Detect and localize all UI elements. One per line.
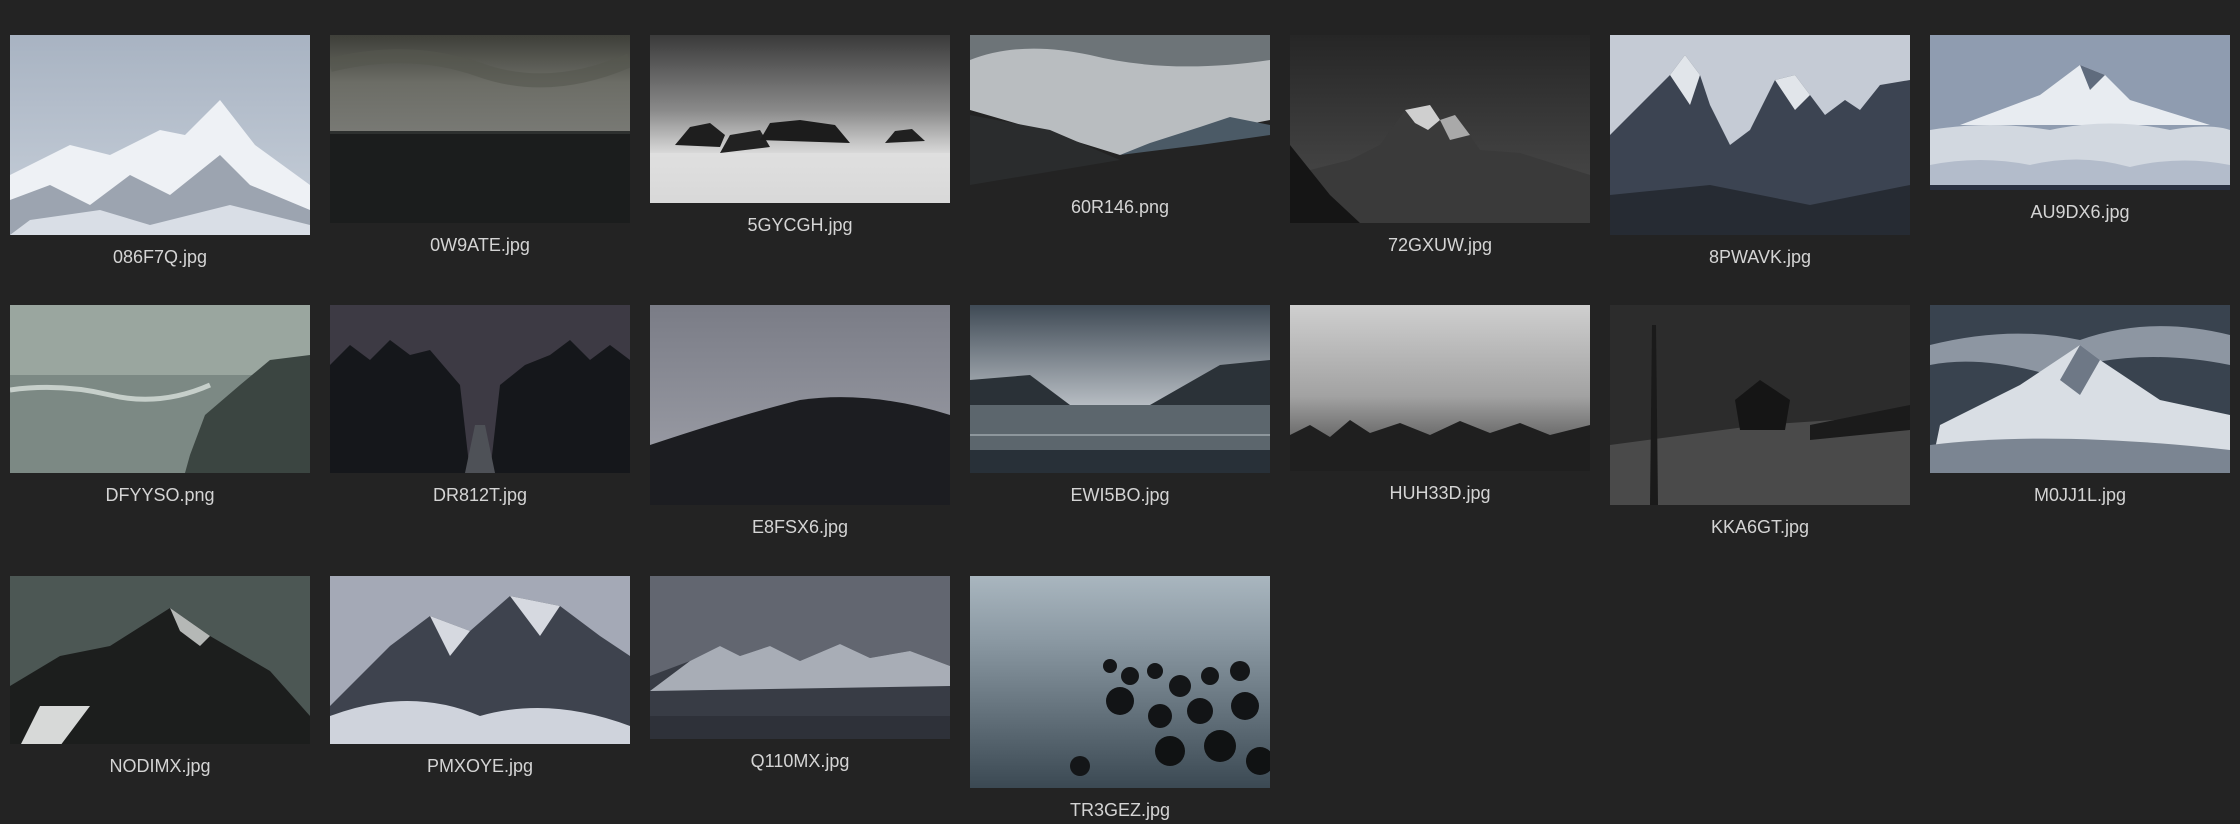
file-tile[interactable]: 0W9ATE.jpg — [330, 35, 630, 256]
image-thumbnail[interactable] — [10, 576, 310, 744]
image-thumbnail[interactable] — [1930, 305, 2230, 473]
file-tile[interactable]: M0JJ1L.jpg — [1930, 305, 2230, 506]
image-thumbnail[interactable] — [1610, 305, 1910, 505]
image-thumbnail[interactable] — [330, 305, 630, 473]
file-name: 5GYCGH.jpg — [747, 215, 853, 235]
image-thumbnail[interactable] — [1290, 35, 1590, 223]
file-tile[interactable]: HUH33D.jpg — [1290, 305, 1590, 504]
file-tile[interactable]: 086F7Q.jpg — [10, 35, 310, 268]
image-thumbnail[interactable] — [330, 35, 630, 223]
file-tile[interactable]: TR3GEZ.jpg — [970, 576, 1270, 821]
file-name: 086F7Q.jpg — [112, 247, 208, 267]
file-name: M0JJ1L.jpg — [2033, 485, 2127, 505]
file-name: DR812T.jpg — [432, 485, 528, 505]
file-name: NODIMX.jpg — [109, 756, 211, 776]
file-name: TR3GEZ.jpg — [1069, 800, 1171, 820]
file-name: DFYYSO.png — [105, 485, 215, 505]
image-thumbnail[interactable] — [970, 305, 1270, 473]
image-thumbnail[interactable] — [970, 576, 1270, 788]
image-thumbnail[interactable] — [10, 35, 310, 235]
file-tile[interactable]: EWI5BO.jpg — [970, 305, 1270, 506]
file-tile[interactable]: 8PWAVK.jpg — [1610, 35, 1910, 268]
file-name: KKA6GT.jpg — [1710, 517, 1810, 537]
file-name: EWI5BO.jpg — [1070, 485, 1170, 505]
image-thumbnail[interactable] — [1290, 305, 1590, 471]
file-tile[interactable]: KKA6GT.jpg — [1610, 305, 1910, 538]
file-name: E8FSX6.jpg — [751, 517, 849, 537]
file-tile[interactable]: 60R146.png — [970, 35, 1270, 218]
file-tile[interactable]: DFYYSO.png — [10, 305, 310, 506]
file-name: 72GXUW.jpg — [1387, 235, 1493, 255]
file-name: 60R146.png — [1070, 197, 1170, 217]
image-thumbnail[interactable] — [650, 35, 950, 203]
file-name: 8PWAVK.jpg — [1708, 247, 1812, 267]
file-tile[interactable]: Q110MX.jpg — [650, 576, 950, 772]
image-thumbnail[interactable] — [650, 305, 950, 505]
image-thumbnail[interactable] — [330, 576, 630, 744]
file-tile[interactable]: E8FSX6.jpg — [650, 305, 950, 538]
file-tile[interactable]: NODIMX.jpg — [10, 576, 310, 777]
image-thumbnail[interactable] — [970, 35, 1270, 185]
file-name: HUH33D.jpg — [1389, 483, 1491, 503]
file-tile[interactable]: DR812T.jpg — [330, 305, 630, 506]
file-grid: 086F7Q.jpg 0W9ATE.jpg 5GYCGH.jpg 60R146.… — [0, 0, 2240, 824]
file-tile[interactable]: 5GYCGH.jpg — [650, 35, 950, 236]
file-name: PMXOYE.jpg — [426, 756, 534, 776]
image-thumbnail[interactable] — [1610, 35, 1910, 235]
file-tile[interactable]: AU9DX6.jpg — [1930, 35, 2230, 223]
image-thumbnail[interactable] — [650, 576, 950, 739]
file-name: Q110MX.jpg — [750, 751, 850, 771]
image-thumbnail[interactable] — [10, 305, 310, 473]
file-tile[interactable]: 72GXUW.jpg — [1290, 35, 1590, 256]
file-name: 0W9ATE.jpg — [430, 235, 530, 255]
image-thumbnail[interactable] — [1930, 35, 2230, 190]
file-tile[interactable]: PMXOYE.jpg — [330, 576, 630, 777]
file-name: AU9DX6.jpg — [2030, 202, 2130, 222]
